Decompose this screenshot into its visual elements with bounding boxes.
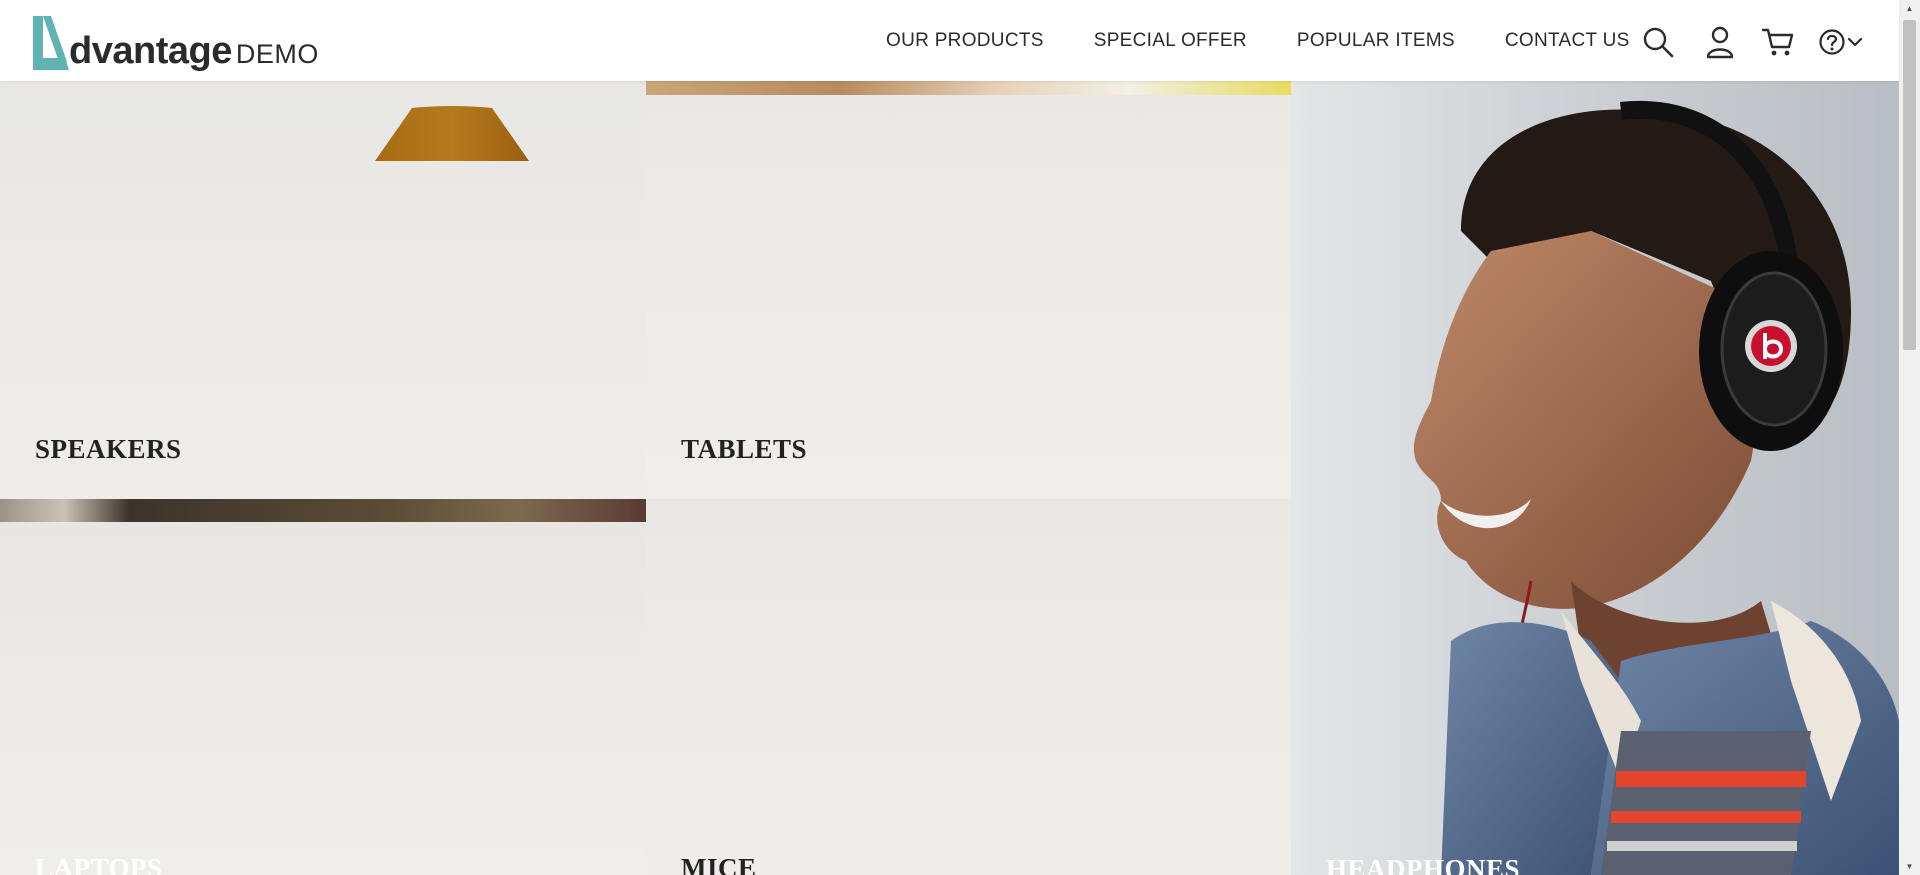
tablets-image-strip — [646, 81, 1291, 95]
cart-icon[interactable] — [1760, 24, 1796, 60]
user-icon[interactable] — [1702, 24, 1738, 60]
main-nav: OUR PRODUCTS SPECIAL OFFER POPULAR ITEMS… — [886, 0, 1630, 81]
header-icons — [1640, 22, 1864, 62]
scroll-thumb[interactable] — [1903, 20, 1916, 350]
brand-logo[interactable]: dvantage DEMO — [29, 12, 319, 72]
page-scrollbar[interactable]: ▲ ▼ — [1899, 0, 1920, 875]
category-label-headphones: HEADPHONES — [1326, 854, 1521, 875]
search-icon[interactable] — [1640, 24, 1676, 60]
category-label-tablets: TABLETS — [681, 434, 808, 464]
speaker-top-image — [375, 106, 529, 161]
scroll-up-arrow-icon[interactable]: ▲ — [1899, 0, 1920, 17]
category-label-mice: MICE — [681, 853, 757, 875]
category-tile-headphones[interactable]: HEADPHONES — [1291, 81, 1899, 875]
category-tile-laptops[interactable]: LAPTOPS — [0, 499, 646, 875]
help-icon[interactable] — [1818, 24, 1846, 60]
category-tile-mice[interactable]: MICE — [646, 499, 1291, 875]
logo-mark-icon — [29, 14, 71, 72]
scroll-down-arrow-icon[interactable]: ▼ — [1899, 858, 1920, 875]
brand-name: dvantage — [69, 30, 232, 72]
nav-our-products[interactable]: OUR PRODUCTS — [886, 30, 1044, 52]
nav-contact-us[interactable]: CONTACT US — [1505, 30, 1630, 52]
nav-special-offer[interactable]: SPECIAL OFFER — [1094, 30, 1247, 52]
category-label-laptops: LAPTOPS — [35, 853, 163, 875]
laptops-image-strip — [0, 499, 646, 522]
category-label-speakers: SPEAKERS — [35, 434, 182, 464]
brand-suffix: DEMO — [235, 39, 319, 69]
headphones-model-image — [1413, 100, 1899, 875]
category-tile-speakers[interactable]: SPEAKERS — [0, 81, 646, 499]
nav-popular-items[interactable]: POPULAR ITEMS — [1297, 30, 1455, 52]
chevron-down-icon[interactable] — [1846, 24, 1864, 60]
category-tile-tablets[interactable]: TABLETS — [646, 81, 1291, 499]
site-header: dvantage DEMO OUR PRODUCTS SPECIAL OFFER… — [0, 0, 1899, 81]
